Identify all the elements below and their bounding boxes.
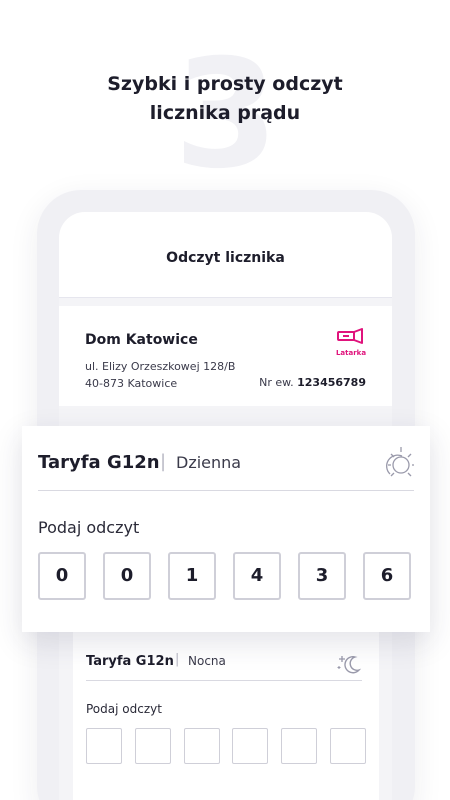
meter-number-value: 123456789 bbox=[297, 376, 366, 389]
address-city: 40-873 Katowice bbox=[85, 377, 178, 390]
night-tariff-mode: Nocna bbox=[188, 654, 226, 668]
day-tariff-name: Taryfa G12n bbox=[38, 452, 160, 473]
place-name: Dom Katowice bbox=[85, 332, 198, 348]
screen-title: Odczyt licznika bbox=[166, 250, 285, 266]
meter-number: Nr ew. 123456789 bbox=[259, 376, 366, 389]
address-card: Dom Katowice ul. Elizy Orzeszkowej 128/B… bbox=[59, 306, 392, 406]
night-digit-input[interactable] bbox=[86, 728, 122, 764]
night-reading-prompt: Podaj odczyt bbox=[86, 702, 162, 716]
day-tariff-separator: | bbox=[160, 451, 167, 472]
night-tariff-name: Taryfa G12n bbox=[86, 654, 174, 669]
headline-line-1: Szybki i prosty odczyt bbox=[107, 73, 343, 95]
flashlight-label: Latarka bbox=[335, 349, 367, 357]
day-tariff-header: Taryfa G12n | Dzienna bbox=[38, 447, 414, 492]
night-digit-input[interactable] bbox=[330, 728, 366, 764]
moon-stars-icon bbox=[337, 656, 362, 674]
day-digit-input[interactable]: 1 bbox=[168, 552, 216, 600]
night-tariff-separator: | bbox=[175, 652, 180, 667]
day-tariff-divider bbox=[38, 490, 414, 491]
night-digit-input[interactable] bbox=[232, 728, 268, 764]
headline: Szybki i prosty odczyt licznika prądu bbox=[0, 70, 450, 128]
address-street: ul. Elizy Orzeszkowej 128/B bbox=[85, 360, 236, 373]
sun-icon bbox=[386, 447, 414, 477]
day-digit-input[interactable]: 4 bbox=[233, 552, 281, 600]
screen-header: Odczyt licznika bbox=[59, 212, 392, 298]
day-digit-input[interactable]: 3 bbox=[298, 552, 346, 600]
day-digit-row: 0 0 1 4 3 6 bbox=[38, 552, 414, 600]
meter-number-label: Nr ew. bbox=[259, 376, 294, 389]
night-digit-input[interactable] bbox=[135, 728, 171, 764]
day-reading-prompt: Podaj odczyt bbox=[38, 518, 140, 537]
flashlight-icon bbox=[337, 328, 363, 344]
night-tariff-card: Taryfa G12n | Nocna Podaj odczyt bbox=[73, 632, 379, 800]
flashlight-button[interactable]: Latarka bbox=[335, 328, 367, 357]
night-tariff-divider bbox=[86, 680, 362, 681]
night-digit-input[interactable] bbox=[184, 728, 220, 764]
day-tariff-mode: Dzienna bbox=[176, 453, 242, 472]
night-digit-input[interactable] bbox=[281, 728, 317, 764]
headline-line-2: licznika prądu bbox=[149, 102, 301, 124]
day-tariff-card: Taryfa G12n | Dzienna Podaj odczyt 0 0 1… bbox=[22, 426, 430, 632]
day-digit-input[interactable]: 6 bbox=[363, 552, 411, 600]
day-digit-input[interactable]: 0 bbox=[103, 552, 151, 600]
day-digit-input[interactable]: 0 bbox=[38, 552, 86, 600]
